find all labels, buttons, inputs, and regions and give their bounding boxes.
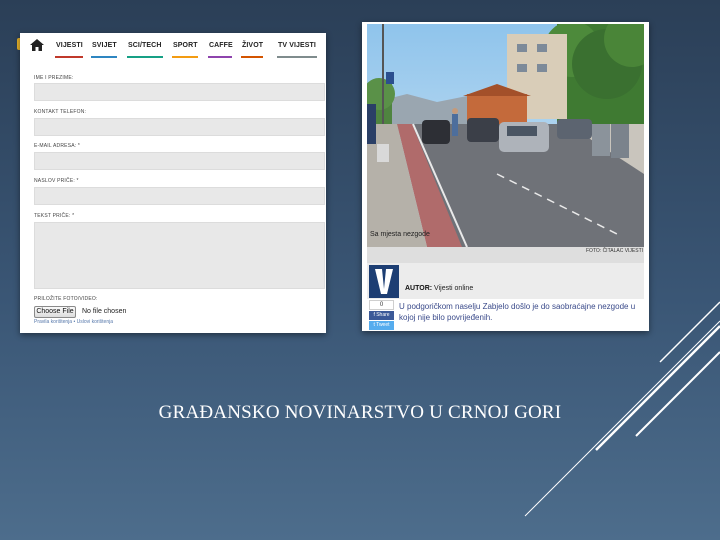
share-count: 0 [369,300,394,310]
name-input[interactable] [34,83,325,101]
share-label: Share [376,312,390,318]
nav-underline [127,56,163,58]
nav-item-vijesti[interactable]: VIJESTI [56,42,83,49]
nav-underline [241,56,263,58]
phone-field-label: KONTAKT TELEFON: [34,109,87,115]
vijesti-logo [369,265,399,298]
vijesti-logo-icon [375,269,393,294]
story-text-label: TEKST PRIČE: * [34,213,75,219]
tweet-label: Tweet [376,322,390,328]
nav-item-tv-vijesti[interactable]: TV VIJESTI [278,42,316,49]
nav-underline [172,56,198,58]
nav-item-scitech[interactable]: SCI/TECH [128,42,161,49]
author-line: AUTOR: Vijesti online [405,285,473,292]
file-status: No file chosen [82,308,127,315]
slide-title: GRAĐANSKO NOVINARSTVO U CRNOJ GORI [158,402,562,423]
terms-link[interactable]: Pravila korištenja • Uslovi korištenja [34,319,113,325]
story-text-textarea[interactable] [34,222,325,289]
news-article-screenshot: Sa mjesta nezgode FOTO: ČITALAC VIJESTI … [362,22,649,331]
name-field-label: IME I PREZIME: [34,75,74,81]
choose-file-button[interactable]: Choose File [34,306,76,318]
facebook-share-button[interactable]: f Share [369,311,394,320]
story-title-label: NASLOV PRIČE: * [34,178,79,184]
nav-item-svijet[interactable]: SVIJET [92,42,117,49]
nav-underline [208,56,232,58]
deco-line [659,301,720,363]
author-name[interactable]: Vijesti online [434,285,473,292]
email-input[interactable] [34,152,325,170]
nav-underline [277,56,317,58]
upload-label: PRILOŽITE FOTO/VIDEO: [34,296,98,302]
article-lead: U podgoričkom naselju Zabjelo došlo je d… [399,302,636,322]
nav-underline [55,56,83,58]
author-label: AUTOR: [405,285,433,292]
photo-caption: Sa mjesta nezgode [370,231,430,238]
accident-photo [367,24,644,247]
story-title-input[interactable] [34,187,325,205]
news-form-screenshot: VIJESTI SVIJET SCI/TECH SPORT CAFFE ŽIVO… [20,33,326,333]
nav-item-caffe[interactable]: CAFFE [209,42,233,49]
email-field-label: E-MAIL ADRESA: * [34,143,81,149]
nav-item-zivot[interactable]: ŽIVOT [242,42,263,49]
deco-line [595,325,720,451]
phone-input[interactable] [34,118,325,136]
presentation-slide: VIJESTI SVIJET SCI/TECH SPORT CAFFE ŽIVO… [0,0,720,540]
nav-item-sport[interactable]: SPORT [173,42,198,49]
byline-bar [367,263,644,299]
tweet-button[interactable]: t Tweet [369,321,394,330]
home-icon[interactable] [30,39,44,51]
photo-credit: FOTO: ČITALAC VIJESTI [586,248,644,254]
nav-underline [91,56,117,58]
